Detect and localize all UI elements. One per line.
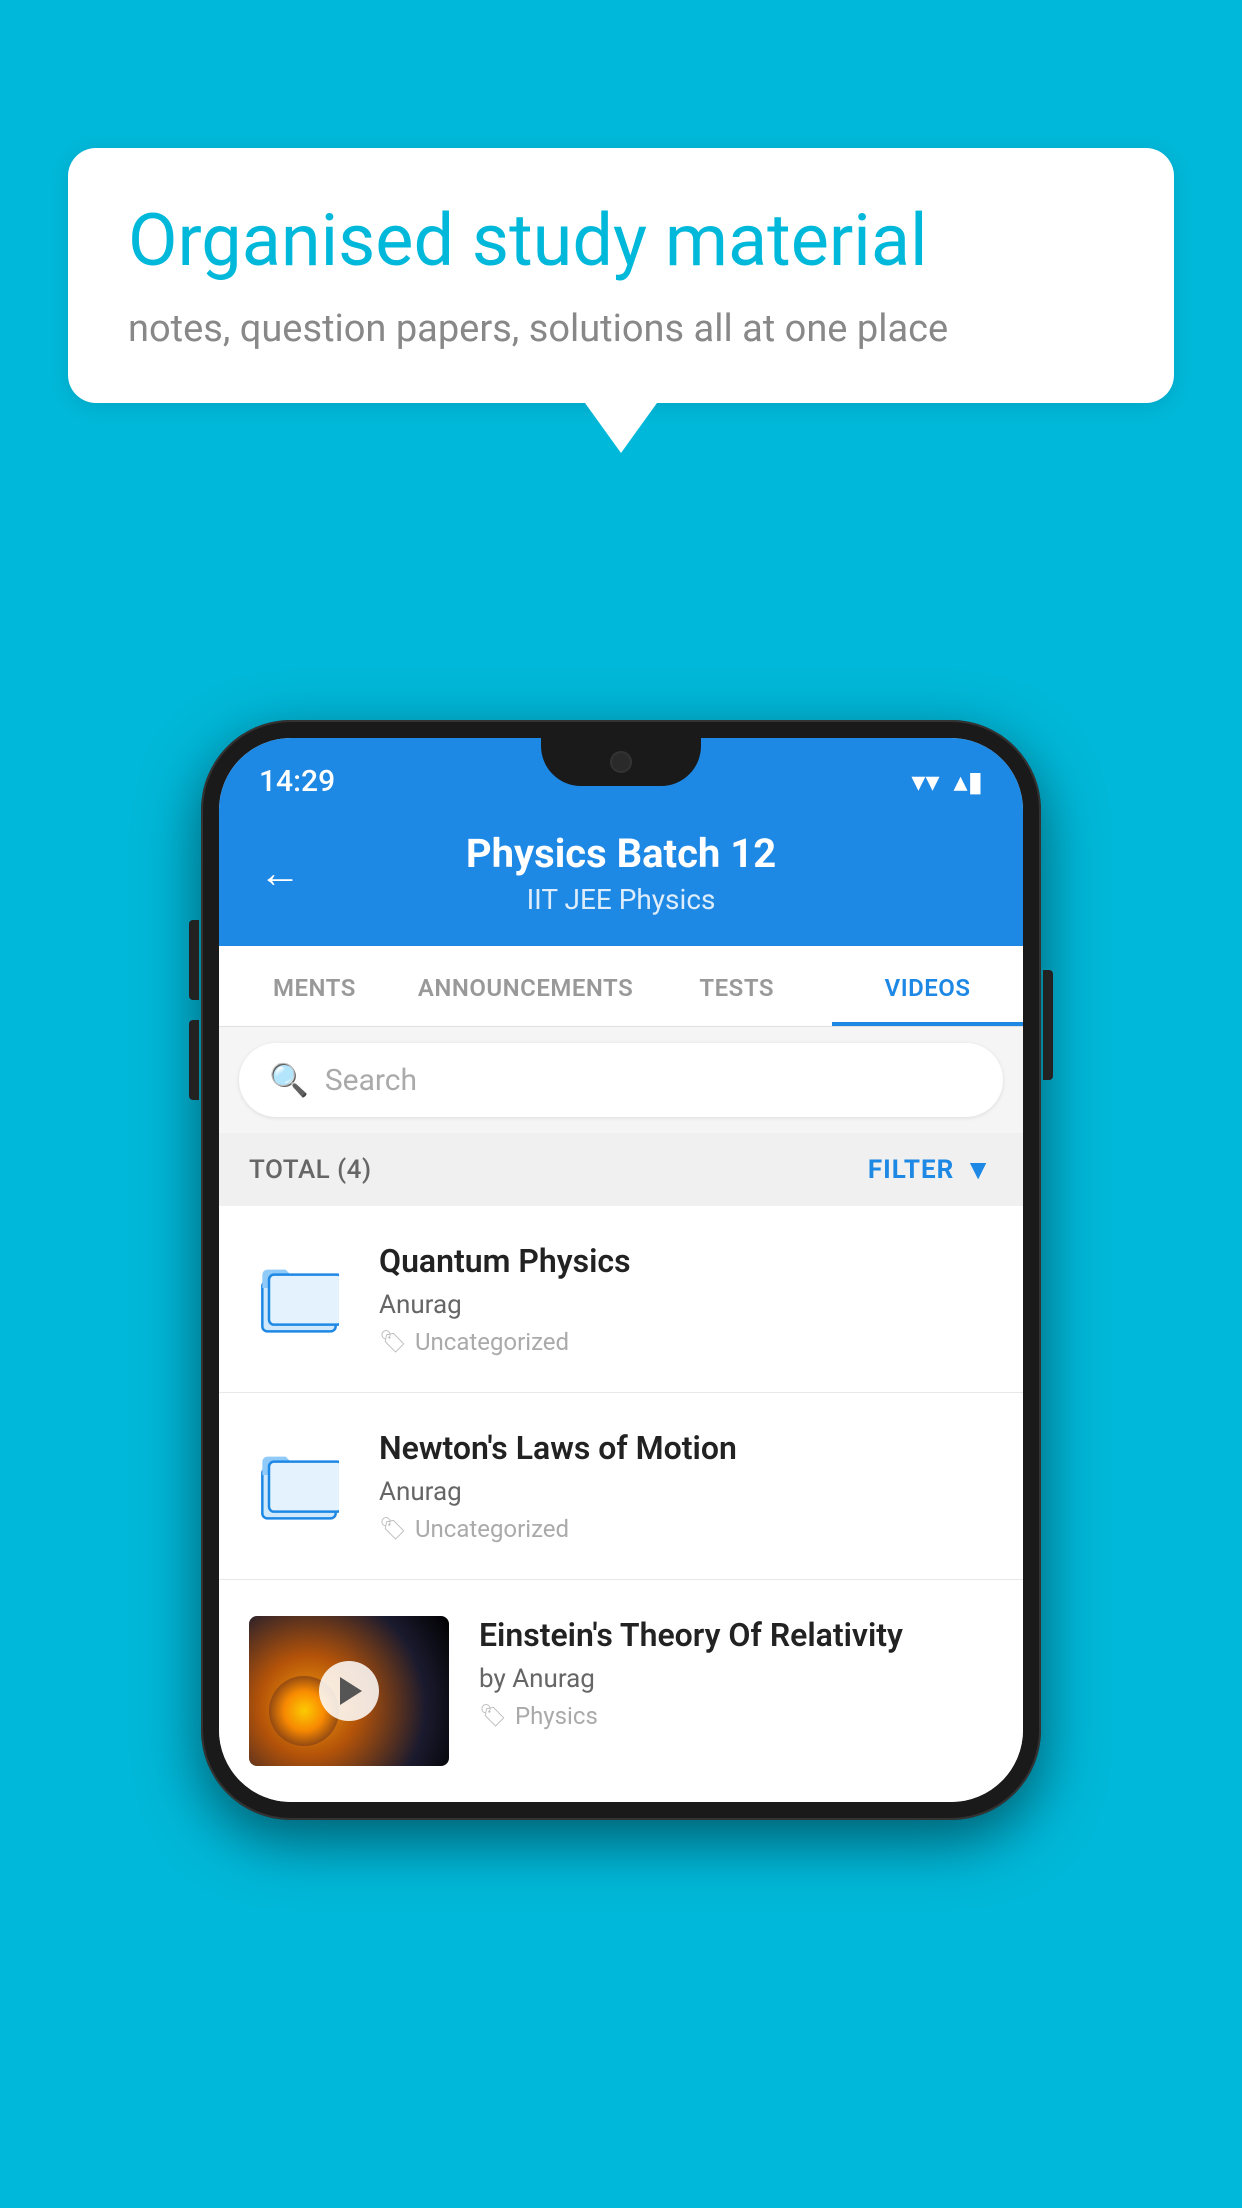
filter-icon: ▼ [964,1153,993,1186]
phone-mockup: 14:29 ▾▾ ▴▮ ← Physics Batch 12 IIT JEE P… [201,720,1041,1820]
video-tag: 🏷 Uncategorized [379,1515,993,1543]
video-info: Einstein's Theory Of Relativity by Anura… [479,1616,993,1730]
search-bar[interactable]: 🔍 Search [239,1043,1003,1117]
speech-bubble-card: Organised study material notes, question… [68,148,1174,403]
video-tag: 🏷 Uncategorized [379,1328,993,1356]
search-container: 🔍 Search [219,1027,1023,1133]
tag-icon: 🏷 [379,1330,407,1355]
speech-bubble-section: Organised study material notes, question… [68,148,1174,453]
app-header: ← Physics Batch 12 IIT JEE Physics [219,810,1023,946]
list-item[interactable]: Einstein's Theory Of Relativity by Anura… [219,1580,1023,1802]
wifi-icon: ▾▾ [911,765,939,798]
phone-outer: 14:29 ▾▾ ▴▮ ← Physics Batch 12 IIT JEE P… [201,720,1041,1820]
bubble-subtitle: notes, question papers, solutions all at… [128,307,1114,351]
video-thumbnail [249,1616,449,1766]
thumbnail-overlay [249,1616,449,1766]
video-tag: 🏷 Physics [479,1702,993,1730]
batch-title: Physics Batch 12 [331,830,911,877]
video-title: Newton's Laws of Motion [379,1429,993,1467]
video-title: Quantum Physics [379,1242,993,1280]
list-item[interactable]: Newton's Laws of Motion Anurag 🏷 Uncateg… [219,1393,1023,1580]
tab-tests[interactable]: TESTS [641,946,832,1026]
phone-notch [541,738,701,786]
phone-screen: 14:29 ▾▾ ▴▮ ← Physics Batch 12 IIT JEE P… [219,738,1023,1802]
list-item[interactable]: Quantum Physics Anurag 🏷 Uncategorized [219,1206,1023,1393]
video-title: Einstein's Theory Of Relativity [479,1616,993,1654]
video-list: Quantum Physics Anurag 🏷 Uncategorized [219,1206,1023,1802]
filter-bar: TOTAL (4) FILTER ▼ [219,1133,1023,1206]
play-icon [340,1677,362,1705]
search-input[interactable]: Search [325,1063,417,1098]
tab-announcements[interactable]: ANNOUNCEMENTS [410,946,641,1026]
video-info: Newton's Laws of Motion Anurag 🏷 Uncateg… [379,1429,993,1543]
front-camera [610,751,632,773]
video-author: Anurag [379,1290,993,1320]
video-author: Anurag [379,1477,993,1507]
bubble-tail [585,403,657,453]
folder-icon [249,1248,349,1348]
status-icons: ▾▾ ▴▮ [911,765,983,798]
back-button[interactable]: ← [259,849,301,898]
signal-icon: ▴▮ [954,765,983,798]
header-text: Physics Batch 12 IIT JEE Physics [331,830,911,916]
video-info: Quantum Physics Anurag 🏷 Uncategorized [379,1242,993,1356]
video-author: by Anurag [479,1664,993,1694]
total-count: TOTAL (4) [249,1155,372,1185]
search-icon: 🔍 [269,1061,309,1099]
tag-icon: 🏷 [379,1517,407,1542]
tab-ments[interactable]: MENTS [219,946,410,1026]
play-button[interactable] [319,1661,379,1721]
filter-button[interactable]: FILTER ▼ [868,1153,993,1186]
batch-tags: IIT JEE Physics [331,883,911,916]
tag-icon: 🏷 [479,1704,507,1729]
volume-down-button [189,1020,199,1100]
folder-icon [249,1435,349,1535]
volume-up-button [189,920,199,1000]
status-time: 14:29 [259,764,335,799]
tab-bar: MENTS ANNOUNCEMENTS TESTS VIDEOS [219,946,1023,1027]
bubble-title: Organised study material [128,200,1114,283]
power-button [1043,970,1053,1080]
tab-videos[interactable]: VIDEOS [832,946,1023,1026]
